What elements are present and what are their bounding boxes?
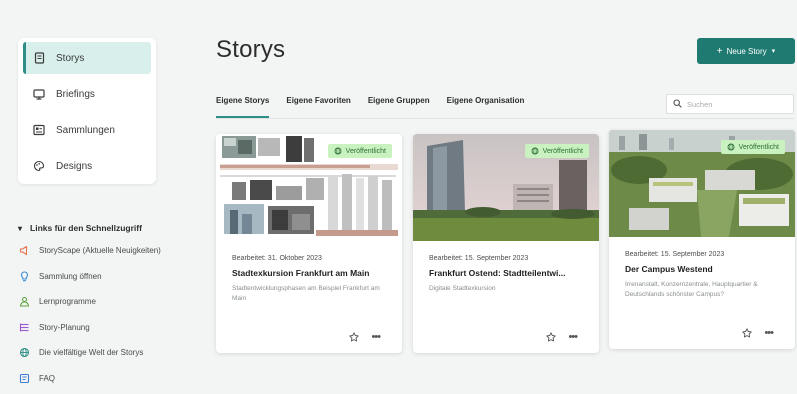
tabs-divider <box>216 118 794 119</box>
sidebar-item-label: Briefings <box>56 88 95 100</box>
quick-link-label: Lernprogramme <box>39 297 96 307</box>
globe-icon <box>18 347 30 359</box>
sidebar-item-storys[interactable]: Storys <box>23 42 151 74</box>
plus-icon: + <box>716 45 723 57</box>
story-card[interactable]: Veröffentlicht Bearbeitet: 15. September… <box>609 130 795 349</box>
faq-icon <box>18 372 30 384</box>
tab-eigene-favoriten[interactable]: Eigene Favoriten <box>286 96 350 118</box>
tab-eigene-organisation[interactable]: Eigene Organisation <box>447 96 525 118</box>
quick-links-toggle[interactable]: ▾ Links für den Schnellzugriff <box>18 218 198 238</box>
globe-icon <box>531 147 539 155</box>
quick-link-label: FAQ <box>39 373 56 383</box>
story-description: Stadtentwicklungsphasen am Beispiel Fran… <box>232 285 380 302</box>
quick-link-label: Die vielfältige Welt der Storys <box>39 348 144 358</box>
tab-eigene-gruppen[interactable]: Eigene Gruppen <box>368 96 430 118</box>
status-badge: Veröffentlicht <box>524 144 589 158</box>
search-icon <box>673 95 682 113</box>
quick-link-storyscape[interactable]: StoryScape (Aktuelle Neuigkeiten) <box>18 238 198 264</box>
quick-link-faq[interactable]: FAQ <box>18 366 198 392</box>
story-card-body: Bearbeitet: 15. September 2023 Der Campu… <box>609 237 795 299</box>
tab-eigene-storys[interactable]: Eigene Storys <box>216 96 270 118</box>
sidebar-item-briefings[interactable]: Briefings <box>23 78 151 110</box>
quick-link-label: Story-Planung <box>39 322 90 332</box>
globe-icon <box>727 143 735 151</box>
sidebar-item-label: Designs <box>56 160 93 172</box>
list-icon <box>18 321 30 333</box>
megaphone-icon <box>18 245 30 257</box>
more-options-icon[interactable]: ••• <box>764 327 774 339</box>
story-description: Irrenanstalt, Konzernzentrale, Hauptquar… <box>625 281 758 298</box>
story-edited-date: Bearbeitet: 15. September 2023 <box>429 255 529 262</box>
sidebar-nav: Storys Briefings Sammlungen Designs <box>18 38 156 184</box>
page-title: Storys <box>216 36 286 63</box>
lightbulb-icon <box>18 270 30 282</box>
star-icon[interactable] <box>546 332 557 342</box>
palette-icon <box>32 159 46 173</box>
new-story-button[interactable]: + Neue Story ▾ <box>697 38 795 64</box>
story-card[interactable]: Veröffentlicht Bearbeitet: 15. September… <box>413 134 599 353</box>
story-card-body: Bearbeitet: 31. Oktober 2023 Stadtexkurs… <box>216 241 402 303</box>
quick-links: ▾ Links für den Schnellzugriff StoryScap… <box>18 218 198 391</box>
story-description: Digitale Stadtexkursion <box>429 285 496 292</box>
tab-bar: Eigene Storys Eigene Favoriten Eigene Gr… <box>216 96 541 118</box>
status-badge: Veröffentlicht <box>327 144 392 158</box>
chevron-down-icon: ▾ <box>18 223 23 233</box>
more-options-icon[interactable]: ••• <box>371 331 381 343</box>
story-thumbnail: Veröffentlicht <box>216 134 402 241</box>
book-icon <box>32 51 46 65</box>
search-box[interactable] <box>666 94 794 114</box>
status-badge-label: Veröffentlicht <box>345 147 386 155</box>
story-card-actions: ••• <box>546 331 578 343</box>
quick-links-title: Links für den Schnellzugriff <box>30 223 142 233</box>
quick-link-label: StoryScape (Aktuelle Neuigkeiten) <box>39 246 161 256</box>
more-options-icon[interactable]: ••• <box>568 331 578 343</box>
status-badge: Veröffentlicht <box>720 140 785 154</box>
quick-link-vielfaeltige-welt[interactable]: Die vielfältige Welt der Storys <box>18 340 198 366</box>
chevron-down-icon: ▾ <box>771 48 776 55</box>
globe-icon <box>334 147 342 155</box>
student-icon <box>18 296 30 308</box>
star-icon[interactable] <box>742 328 753 338</box>
story-edited-date: Bearbeitet: 15. September 2023 <box>625 251 725 258</box>
sidebar-item-sammlungen[interactable]: Sammlungen <box>23 114 151 146</box>
quick-link-sammlung-oeffnen[interactable]: Sammlung öffnen <box>18 264 198 290</box>
collection-icon <box>32 123 46 137</box>
story-title: Der Campus Westend <box>625 264 713 274</box>
search-input[interactable] <box>687 99 787 109</box>
quick-link-story-planung[interactable]: Story-Planung <box>18 315 198 341</box>
monitor-icon <box>32 87 46 101</box>
quick-link-lernprogramme[interactable]: Lernprogramme <box>18 289 198 315</box>
story-card[interactable]: Veröffentlicht Bearbeitet: 31. Oktober 2… <box>216 134 402 353</box>
story-thumbnail: Veröffentlicht <box>609 130 795 237</box>
story-thumbnail: Veröffentlicht <box>413 134 599 241</box>
story-title: Stadtexkursion Frankfurt am Main <box>232 268 370 278</box>
new-story-label: Neue Story <box>726 46 767 56</box>
story-title: Frankfurt Ostend: Stadtteilentwi... <box>429 268 566 278</box>
sidebar-item-label: Storys <box>56 52 85 64</box>
quick-link-label: Sammlung öffnen <box>39 271 102 281</box>
story-card-actions: ••• <box>742 327 774 339</box>
sidebar-item-designs[interactable]: Designs <box>23 150 151 182</box>
status-badge-label: Veröffentlicht <box>738 143 779 151</box>
status-badge-label: Veröffentlicht <box>542 147 583 155</box>
story-card-body: Bearbeitet: 15. September 2023 Frankfurt… <box>413 241 599 294</box>
story-edited-date: Bearbeitet: 31. Oktober 2023 <box>232 255 322 262</box>
sidebar-item-label: Sammlungen <box>56 124 115 136</box>
story-card-actions: ••• <box>349 331 381 343</box>
star-icon[interactable] <box>349 332 360 342</box>
